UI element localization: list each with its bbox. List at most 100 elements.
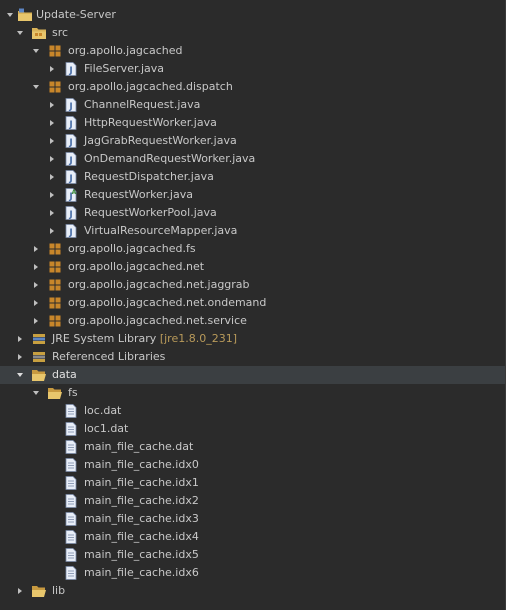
java-file-icon: J <box>63 205 79 221</box>
file-label: main_file_cache.idx1 <box>84 476 199 489</box>
file-label: FileServer.java <box>84 62 165 75</box>
file-label: loc1.dat <box>84 422 129 435</box>
jre-library-node[interactable]: JRE System Library [jre1.8.0_231] <box>0 330 505 348</box>
file-node[interactable]: loc1.dat <box>0 420 505 438</box>
package-label: org.apollo.jagcached.dispatch <box>68 80 233 93</box>
data-label: data <box>52 368 77 381</box>
file-node[interactable]: main_file_cache.idx4 <box>0 528 505 546</box>
file-label: ChannelRequest.java <box>84 98 201 111</box>
java-file-node[interactable]: J VirtualResourceMapper.java <box>0 222 505 240</box>
text-file-icon <box>63 421 79 437</box>
svg-text:J: J <box>68 156 72 166</box>
file-label: HttpRequestWorker.java <box>84 116 217 129</box>
file-node[interactable]: main_file_cache.idx6 <box>0 564 505 582</box>
chevron-right-icon[interactable] <box>30 294 42 312</box>
text-file-icon <box>63 565 79 581</box>
package-node[interactable]: org.apollo.jagcached.net.ondemand <box>0 294 505 312</box>
library-icon <box>31 331 47 347</box>
package-node[interactable]: org.apollo.jagcached.fs <box>0 240 505 258</box>
package-node[interactable]: org.apollo.jagcached.net <box>0 258 505 276</box>
folder-open-icon <box>47 385 63 401</box>
chevron-right-icon[interactable] <box>46 168 58 186</box>
chevron-right-icon[interactable] <box>30 312 42 330</box>
package-icon <box>47 313 63 329</box>
fs-folder-node[interactable]: fs <box>0 384 505 402</box>
chevron-down-icon[interactable] <box>30 78 42 96</box>
java-file-node[interactable]: J HttpRequestWorker.java <box>0 114 505 132</box>
package-node[interactable]: org.apollo.jagcached <box>0 42 505 60</box>
svg-text:J: J <box>68 138 72 148</box>
chevron-right-icon[interactable] <box>46 150 58 168</box>
file-node[interactable]: main_file_cache.idx2 <box>0 492 505 510</box>
referenced-libraries-node[interactable]: Referenced Libraries <box>0 348 505 366</box>
chevron-right-icon[interactable] <box>46 186 58 204</box>
java-file-node[interactable]: J ChannelRequest.java <box>0 96 505 114</box>
java-file-icon: J <box>63 133 79 149</box>
chevron-right-icon[interactable] <box>30 258 42 276</box>
chevron-down-icon[interactable] <box>14 24 26 42</box>
src-folder-node[interactable]: src <box>0 24 505 42</box>
referenced-libraries-label: Referenced Libraries <box>52 350 166 363</box>
file-node[interactable]: main_file_cache.idx3 <box>0 510 505 528</box>
package-icon <box>47 295 63 311</box>
text-file-icon <box>63 439 79 455</box>
chevron-right-icon[interactable] <box>30 240 42 258</box>
text-file-icon <box>63 529 79 545</box>
chevron-down-icon[interactable] <box>30 42 42 60</box>
chevron-right-icon[interactable] <box>46 222 58 240</box>
package-label: org.apollo.jagcached.fs <box>68 242 196 255</box>
chevron-right-icon[interactable] <box>30 276 42 294</box>
java-file-node[interactable]: J JagGrabRequestWorker.java <box>0 132 505 150</box>
chevron-down-icon[interactable] <box>30 384 42 402</box>
file-node[interactable]: main_file_cache.idx0 <box>0 456 505 474</box>
package-node[interactable]: org.apollo.jagcached.net.service <box>0 312 505 330</box>
java-file-icon: J <box>63 223 79 239</box>
chevron-right-icon[interactable] <box>46 114 58 132</box>
file-label: main_file_cache.idx6 <box>84 566 199 579</box>
text-file-icon <box>63 511 79 527</box>
project-node[interactable]: Update-Server <box>0 6 505 24</box>
java-file-node[interactable]: J RequestWorkerPool.java <box>0 204 505 222</box>
file-label: main_file_cache.idx0 <box>84 458 199 471</box>
file-label: main_file_cache.idx4 <box>84 530 199 543</box>
file-label: main_file_cache.idx5 <box>84 548 199 561</box>
file-node[interactable]: main_file_cache.dat <box>0 438 505 456</box>
lib-label: lib <box>52 584 66 597</box>
chevron-down-icon[interactable] <box>14 366 26 384</box>
java-file-node[interactable]: J OnDemandRequestWorker.java <box>0 150 505 168</box>
package-label: org.apollo.jagcached.net <box>68 260 205 273</box>
svg-text:J: J <box>68 102 72 112</box>
library-icon <box>31 349 47 365</box>
chevron-right-icon[interactable] <box>14 582 26 600</box>
folder-icon <box>31 583 47 599</box>
chevron-right-icon[interactable] <box>14 348 26 366</box>
package-icon <box>47 43 63 59</box>
chevron-right-icon[interactable] <box>46 204 58 222</box>
lib-folder-node[interactable]: lib <box>0 582 505 600</box>
file-node[interactable]: main_file_cache.idx5 <box>0 546 505 564</box>
file-label: loc.dat <box>84 404 122 417</box>
source-folder-icon <box>31 25 47 41</box>
text-file-icon <box>63 457 79 473</box>
text-file-icon <box>63 403 79 419</box>
chevron-right-icon[interactable] <box>46 60 58 78</box>
project-folder-icon <box>17 7 33 23</box>
svg-text:J: J <box>68 66 72 76</box>
java-file-node[interactable]: J FileServer.java <box>0 60 505 78</box>
file-label: main_file_cache.dat <box>84 440 194 453</box>
chevron-down-icon[interactable] <box>4 6 16 24</box>
package-node[interactable]: org.apollo.jagcached.net.jaggrab <box>0 276 505 294</box>
file-label: main_file_cache.idx3 <box>84 512 199 525</box>
package-node[interactable]: org.apollo.jagcached.dispatch <box>0 78 505 96</box>
folder-open-icon <box>31 367 47 383</box>
chevron-right-icon[interactable] <box>46 132 58 150</box>
java-file-node[interactable]: J A RequestWorker.java <box>0 186 505 204</box>
package-label: org.apollo.jagcached.net.service <box>68 314 247 327</box>
chevron-right-icon[interactable] <box>46 96 58 114</box>
chevron-right-icon[interactable] <box>14 330 26 348</box>
java-file-node[interactable]: J RequestDispatcher.java <box>0 168 505 186</box>
file-node[interactable]: main_file_cache.idx1 <box>0 474 505 492</box>
file-node[interactable]: loc.dat <box>0 402 505 420</box>
jre-library-name: JRE System Library <box>52 332 157 345</box>
data-folder-node[interactable]: data <box>0 366 505 384</box>
